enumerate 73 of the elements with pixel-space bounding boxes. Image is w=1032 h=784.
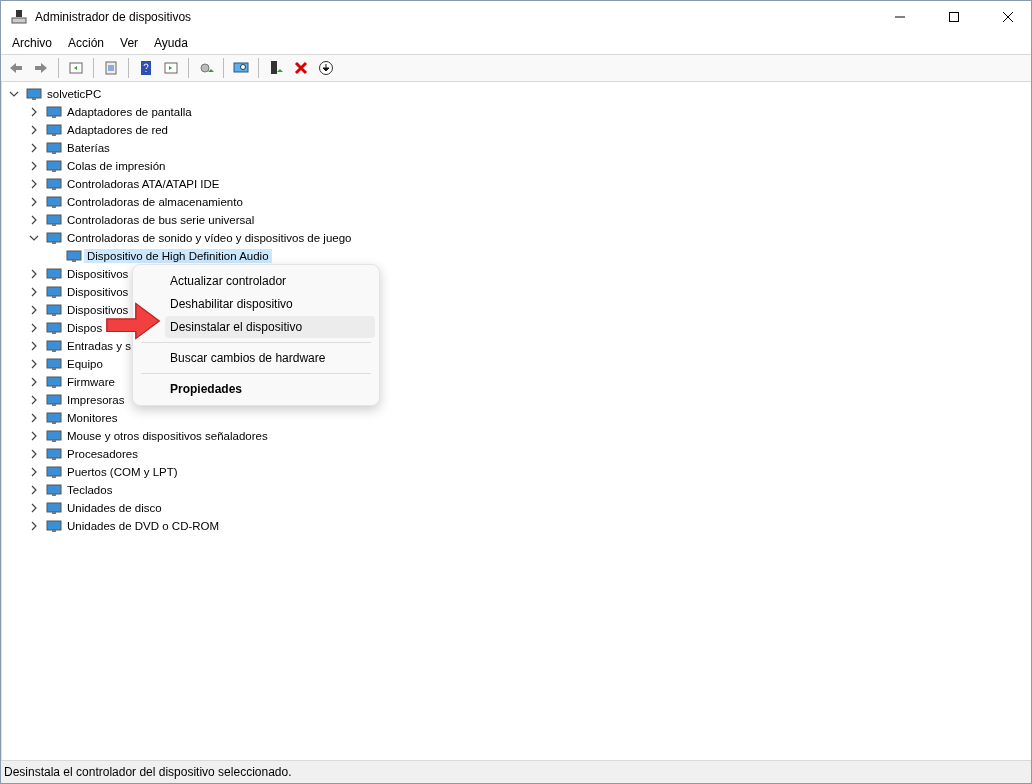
device-icon [46, 446, 62, 462]
tree-item[interactable]: Dispositivo de High Definition Audio [84, 249, 272, 263]
device-icon [46, 104, 62, 120]
tree-item[interactable]: Baterías [64, 141, 113, 155]
window-title: Administrador de dispositivos [35, 9, 193, 24]
panel-icon [163, 60, 179, 76]
device-icon [46, 284, 62, 300]
device-icon [46, 410, 62, 426]
device-icon [46, 302, 62, 318]
menu-item[interactable]: Archivo [4, 36, 60, 50]
tree-item[interactable]: Colas de impresión [64, 159, 169, 173]
device-icon [66, 248, 82, 264]
context-menu-item[interactable]: Propiedades [165, 378, 375, 400]
status-text: Desinstala el controlador del dispositivo seleccionado. [1, 760, 1031, 783]
device-icon [46, 140, 62, 156]
device-icon [46, 122, 62, 138]
tree-item[interactable]: Controladoras de almacenamiento [64, 195, 246, 209]
panel-icon [68, 60, 84, 76]
close-icon [1003, 11, 1013, 22]
device-icon [26, 86, 42, 102]
tree-item[interactable]: Adaptadores de pantalla [64, 105, 195, 119]
device-icon [46, 212, 62, 228]
tree-item[interactable]: Dispos [64, 321, 106, 335]
tree-item[interactable]: Dispositivos [64, 303, 132, 317]
tree-item[interactable]: Dispositivos [64, 267, 132, 281]
device-icon [46, 230, 62, 246]
tree-item[interactable]: Controladoras de sonido y vídeo y dispositivos de juego [64, 231, 355, 245]
device-icon [46, 428, 62, 444]
device-icon [46, 374, 62, 390]
menu-item[interactable]: Ver [112, 36, 147, 50]
device-icon [46, 482, 62, 498]
context-menu-item[interactable]: Desinstalar el dispositivo [165, 316, 375, 338]
device-icon [46, 392, 62, 408]
context-menu-item[interactable]: Buscar cambios de hardware [165, 347, 375, 369]
tree-item[interactable]: Controladoras de bus serie universal [64, 213, 258, 227]
tree-item[interactable]: Dispositivos [64, 285, 132, 299]
device-manager-icon [11, 8, 27, 25]
device-icon [46, 500, 62, 516]
device-icon [46, 176, 62, 192]
tree-item[interactable]: Firmware [64, 375, 118, 389]
tree-item[interactable]: Unidades de DVD o CD-ROM [64, 519, 223, 533]
list-window-icon [103, 60, 119, 76]
device-icon [46, 266, 62, 282]
tree-item[interactable]: Impresoras [64, 393, 128, 407]
device-icon [46, 158, 62, 174]
menu-item[interactable]: Ayuda [146, 36, 196, 50]
tree-item[interactable]: Teclados [64, 483, 116, 497]
device-icon [46, 356, 62, 372]
device-icon [46, 518, 62, 534]
forward-arrow-icon [33, 60, 49, 76]
tree-item[interactable]: Puertos (COM y LPT) [64, 465, 181, 479]
device-upload-icon [268, 60, 284, 76]
device-icon [46, 464, 62, 480]
context-menu-item[interactable]: Deshabilitar dispositivo [165, 293, 375, 315]
tree-item[interactable]: solveticPC [44, 87, 105, 101]
monitor-search-icon [233, 60, 249, 76]
back-arrow-icon [8, 60, 24, 76]
tree-item[interactable]: Unidades de disco [64, 501, 165, 515]
tree-item[interactable]: Entradas y s [64, 339, 134, 353]
device-icon [46, 194, 62, 210]
menu-item[interactable]: Acción [60, 36, 113, 50]
maximize-icon [949, 11, 959, 22]
tree-item[interactable]: Mouse y otros dispositivos señaladores [64, 429, 271, 443]
device-icon [46, 338, 62, 354]
tree-item[interactable]: Controladoras ATA/ATAPI IDE [64, 177, 223, 191]
help-icon [138, 60, 154, 76]
tree-item[interactable]: Monitores [64, 411, 121, 425]
close-icon [293, 60, 309, 76]
tree-item[interactable]: Equipo [64, 357, 106, 371]
tree-item[interactable]: Procesadores [64, 447, 141, 461]
tree-item[interactable]: Adaptadores de red [64, 123, 172, 137]
context-menu-item[interactable]: Actualizar controlador [165, 270, 375, 292]
device-icon [46, 320, 62, 336]
